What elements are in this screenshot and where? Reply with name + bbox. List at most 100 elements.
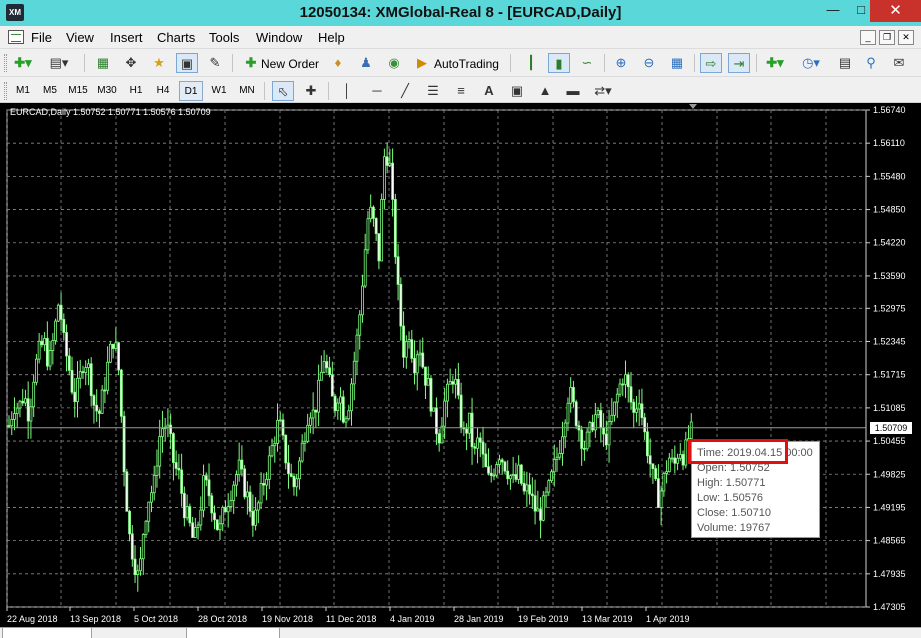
- period-m15[interactable]: M15: [66, 81, 90, 101]
- text-tool-icon[interactable]: A: [478, 81, 500, 101]
- candlestick-chart-icon[interactable]: ▮: [548, 53, 570, 73]
- search-icon[interactable]: ⚲: [860, 53, 882, 73]
- close-button[interactable]: ✕: [870, 0, 921, 22]
- period-d1[interactable]: D1: [179, 81, 203, 101]
- candle-body: [415, 354, 419, 374]
- candle-body: [654, 468, 658, 480]
- current-price-label: 1.50709: [870, 421, 912, 434]
- line-chart-icon[interactable]: ∽: [576, 53, 598, 73]
- terminal-icon[interactable]: ▣: [176, 53, 198, 73]
- candle-body: [317, 379, 321, 413]
- candle-body: [298, 460, 301, 480]
- candle-body: [339, 396, 342, 404]
- text-label-icon[interactable]: ▣: [506, 81, 528, 101]
- equidistant-channel-icon[interactable]: ☰: [422, 81, 444, 101]
- mdi-restore-button[interactable]: ❐: [879, 30, 895, 45]
- menu-window[interactable]: Window: [256, 30, 302, 45]
- new-chart-icon[interactable]: ✚▾: [12, 53, 34, 73]
- indicators-icon[interactable]: ✚▾: [764, 53, 786, 73]
- candle-body: [229, 500, 233, 508]
- periods-toolbar: M1 M5 M15 M30 H1 H4 D1 W1 MN ⬁ ✚ │ ─ ╱ ☰…: [0, 76, 921, 103]
- candle-body: [15, 407, 19, 414]
- zoom-in-icon[interactable]: ⊕: [610, 53, 632, 73]
- tile-windows-icon[interactable]: ▦: [666, 53, 688, 73]
- period-m5[interactable]: M5: [38, 81, 62, 101]
- candle-body: [278, 419, 282, 422]
- candle-body: [199, 509, 203, 526]
- candle-body: [443, 400, 447, 427]
- candle-body: [541, 495, 545, 521]
- toolbar-grip[interactable]: [4, 54, 7, 72]
- minimize-button[interactable]: —: [818, 0, 848, 22]
- rectangle-icon[interactable]: ▬: [562, 81, 584, 101]
- periods-clock-icon[interactable]: ◷▾: [800, 53, 822, 73]
- candle-body: [437, 433, 441, 444]
- candle-body: [136, 570, 140, 575]
- menu-view[interactable]: View: [66, 30, 94, 45]
- toolbar-grip[interactable]: [4, 82, 7, 100]
- period-m30[interactable]: M30: [95, 81, 119, 101]
- candle-body: [687, 438, 690, 441]
- mdi-minimize-button[interactable]: _: [860, 30, 876, 45]
- profiles-icon[interactable]: ▤▾: [48, 53, 70, 73]
- auto-scroll-icon[interactable]: ⇨: [700, 53, 722, 73]
- period-h1[interactable]: H1: [124, 81, 148, 101]
- candle-body: [350, 383, 353, 412]
- strategy-tester-icon[interactable]: ✎: [204, 53, 226, 73]
- drawing-tools-menu-icon[interactable]: ⇄▾: [592, 81, 614, 101]
- new-order-button[interactable]: New Order: [261, 57, 319, 71]
- period-w1[interactable]: W1: [207, 81, 231, 101]
- tooltip-low: Low: 1.50576: [697, 492, 764, 504]
- horizontal-line-icon[interactable]: ─: [366, 81, 388, 101]
- candle-body: [29, 406, 33, 422]
- autotrading-button[interactable]: AutoTrading: [434, 57, 499, 71]
- candle-body: [311, 409, 315, 419]
- autotrading-icon[interactable]: ▶: [411, 53, 433, 73]
- bar-chart-icon[interactable]: ┃: [520, 53, 542, 73]
- candle-body: [122, 415, 126, 473]
- trendline-icon[interactable]: ╱: [394, 81, 416, 101]
- period-h4[interactable]: H4: [151, 81, 175, 101]
- menu-file[interactable]: File: [31, 30, 52, 45]
- candlestick-chart[interactable]: 1.56740 1.56110 1.55480 1.54850 1.54220 1.535…: [0, 103, 921, 627]
- y-tick-label: 1.47305: [873, 602, 906, 612]
- candle-body: [188, 506, 192, 524]
- candle-body: [509, 475, 512, 480]
- vertical-line-icon[interactable]: │: [336, 81, 358, 101]
- arrows-icon[interactable]: ▲: [534, 81, 556, 101]
- menu-charts[interactable]: Charts: [157, 30, 195, 45]
- metaeditor-icon[interactable]: ♦: [327, 53, 349, 73]
- templates-icon[interactable]: ▤: [834, 53, 856, 73]
- y-tick-label: 1.55480: [873, 171, 906, 181]
- signals-icon[interactable]: ♟: [355, 53, 377, 73]
- x-tick-label: 4 Jan 2019: [390, 614, 435, 624]
- market-icon[interactable]: ◉: [383, 53, 405, 73]
- price-chart[interactable]: 1.56740 1.56110 1.55480 1.54850 1.54220 1.535…: [0, 103, 921, 627]
- mdi-close-button[interactable]: ✕: [898, 30, 914, 45]
- candle-body: [558, 453, 562, 458]
- menu-tools[interactable]: Tools: [209, 30, 239, 45]
- candle-body: [404, 341, 408, 358]
- crosshair-icon[interactable]: ✚: [300, 81, 322, 101]
- candle-body: [259, 483, 263, 504]
- period-m1[interactable]: M1: [11, 81, 35, 101]
- menu-insert[interactable]: Insert: [110, 30, 143, 45]
- chart-window-icon[interactable]: [8, 30, 24, 44]
- chart-shift-icon[interactable]: ⇥: [728, 53, 750, 73]
- new-order-icon[interactable]: ✚: [240, 53, 262, 73]
- menu-help[interactable]: Help: [318, 30, 345, 45]
- zoom-out-icon[interactable]: ⊖: [638, 53, 660, 73]
- period-mn[interactable]: MN: [235, 81, 259, 101]
- chart-header: EURCAD,Daily 1.50752 1.50771 1.50576 1.5…: [10, 107, 211, 117]
- fibonacci-icon[interactable]: ≡: [450, 81, 472, 101]
- market-watch-icon[interactable]: ▦: [92, 53, 114, 73]
- chart-tab[interactable]: [2, 628, 92, 638]
- chat-icon[interactable]: ✉: [888, 53, 910, 73]
- candle-body: [451, 381, 455, 385]
- candle-body: [429, 378, 433, 412]
- cursor-icon[interactable]: ⬁: [272, 81, 294, 101]
- navigator-icon[interactable]: ★: [148, 53, 170, 73]
- data-window-icon[interactable]: ✥: [120, 53, 142, 73]
- chart-tab[interactable]: [186, 628, 280, 638]
- candle-body: [128, 510, 131, 535]
